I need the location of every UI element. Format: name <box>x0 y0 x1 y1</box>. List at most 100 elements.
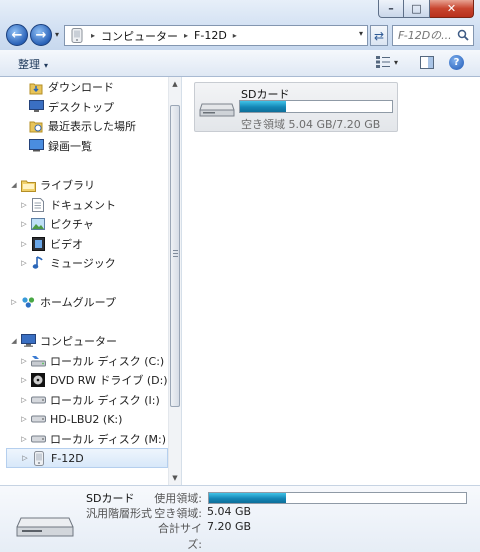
tree-item-recent-places[interactable]: 最近表示した場所 <box>24 116 136 136</box>
scroll-down-arrow[interactable]: ▼ <box>169 471 181 485</box>
expand-arrow-icon[interactable]: ▷ <box>20 220 28 228</box>
tree-item-label: ミュージック <box>50 257 116 271</box>
expand-arrow-icon[interactable]: ▷ <box>20 357 28 365</box>
total-size-label: 合計サイズ: <box>158 522 202 551</box>
total-size-value: 7.20 GB <box>207 520 252 533</box>
expanded-arrow-icon[interactable]: ◢ <box>10 337 18 345</box>
documents-icon <box>30 197 46 213</box>
dvd-drive-icon <box>30 372 46 388</box>
command-bar: 整理 ▾ ▾ ? <box>0 50 480 77</box>
breadcrumb-separator[interactable]: ▸ <box>91 31 95 40</box>
maximize-button[interactable]: □ <box>404 0 430 18</box>
tree-item-label: ローカル ディスク (C:) <box>50 354 165 368</box>
organize-label: 整理 <box>18 58 40 71</box>
expand-arrow-icon[interactable]: ▷ <box>10 298 18 306</box>
downloads-icon <box>28 79 44 95</box>
tree-item-label: 録画一覧 <box>48 139 92 153</box>
title-bar: – □ ✕ ← → ▾ ▸ コンピューター ▸ F-12D ▸ ▾ ⇄ <box>0 0 480 50</box>
help-button[interactable]: ? <box>449 55 464 70</box>
address-bar[interactable]: ▸ コンピューター ▸ F-12D ▸ ▾ <box>64 25 368 46</box>
tree-item-label: ダウンロード <box>48 81 114 94</box>
tree-item-label: HD-LBU2 (K:) <box>50 412 123 426</box>
free-space-value: 5.04 GB <box>207 505 252 518</box>
address-history-dropdown[interactable]: ▾ <box>359 29 363 38</box>
drive-icon <box>30 411 46 427</box>
tree-item-hd-lbu2-k[interactable]: ▷ HD-LBU2 (K:) <box>20 409 122 429</box>
recorded-tv-icon <box>28 138 44 154</box>
search-box[interactable] <box>392 25 474 46</box>
drive-tile-sd-card[interactable]: SDカード 空き領域 5.04 GB/7.20 GB <box>194 82 398 132</box>
tree-item-documents[interactable]: ▷ ドキュメント <box>20 195 116 215</box>
details-name: SDカード <box>86 492 135 505</box>
tree-item-pictures[interactable]: ▷ ピクチャ <box>20 214 94 234</box>
tree-item-label: コンピューター <box>40 335 117 348</box>
tree-item-downloads[interactable]: ダウンロード <box>24 77 114 97</box>
breadcrumb-separator[interactable]: ▸ <box>233 31 237 40</box>
grip-icon <box>173 250 178 258</box>
forward-button[interactable]: → <box>30 24 52 46</box>
drive-icon <box>30 431 46 447</box>
organize-menu[interactable]: 整理 ▾ <box>18 56 48 72</box>
tree-item-videos[interactable]: ▷ ビデオ <box>20 234 83 254</box>
scroll-up-arrow[interactable]: ▲ <box>169 77 181 91</box>
expand-arrow-icon[interactable]: ▷ <box>20 259 28 267</box>
tree-item-dvd-drive-d[interactable]: ▷ DVD RW ドライブ (D:) EX <box>20 370 181 390</box>
expand-arrow-icon[interactable]: ▷ <box>20 240 28 248</box>
expand-arrow-icon[interactable]: ▷ <box>20 435 28 443</box>
capacity-fill <box>209 493 287 503</box>
tree-item-computer[interactable]: ◢ コンピューター <box>10 331 117 351</box>
removable-drive-icon <box>199 97 235 122</box>
preview-pane-button[interactable] <box>420 56 434 72</box>
music-icon <box>30 255 46 271</box>
tree-item-label: ビデオ <box>50 237 83 251</box>
desktop-icon <box>28 99 44 115</box>
tree-item-label: ライブラリ <box>40 179 95 192</box>
removable-drive-icon <box>16 512 74 543</box>
expand-arrow-icon[interactable]: ▷ <box>20 201 28 209</box>
tree-item-local-disk-m[interactable]: ▷ ローカル ディスク (M:) <box>20 429 166 449</box>
breadcrumb-separator[interactable]: ▸ <box>184 31 188 40</box>
tree-item-desktop[interactable]: デスクトップ <box>24 97 114 117</box>
tree-item-label: ピクチャ <box>50 218 94 232</box>
details-type: 汎用階層形式 <box>86 507 152 520</box>
breadcrumb-f12d[interactable]: F-12D <box>194 29 227 42</box>
back-button[interactable]: ← <box>6 24 28 46</box>
tree-item-label: 最近表示した場所 <box>48 120 136 134</box>
expand-arrow-icon[interactable]: ▷ <box>20 415 28 423</box>
tree-item-local-disk-i[interactable]: ▷ ローカル ディスク (I:) <box>20 390 160 410</box>
minimize-button[interactable]: – <box>378 0 404 18</box>
search-input[interactable] <box>398 29 454 42</box>
refresh-button[interactable]: ⇄ <box>370 25 388 46</box>
scroll-thumb[interactable] <box>170 105 180 407</box>
expand-arrow-icon[interactable]: ▷ <box>20 396 28 404</box>
recent-pages-dropdown[interactable]: ▾ <box>55 30 59 39</box>
drive-free-space: 空き領域 5.04 GB/7.20 GB <box>241 118 381 131</box>
search-icon[interactable] <box>457 29 469 41</box>
computer-icon <box>20 333 36 349</box>
close-button[interactable]: ✕ <box>430 0 474 18</box>
capacity-fill <box>240 101 286 112</box>
tree-item-label: ローカル ディスク (M:) <box>50 433 167 446</box>
expanded-arrow-icon[interactable]: ◢ <box>10 181 18 189</box>
tree-item-label: ローカル ディスク (I:) <box>50 393 160 407</box>
tree-item-f12d[interactable]: ▷ F-12D <box>6 448 168 468</box>
pictures-icon <box>30 216 46 232</box>
expand-arrow-icon[interactable]: ▷ <box>20 376 28 384</box>
tree-item-label: ホームグループ <box>40 296 117 309</box>
homegroup-icon <box>20 294 36 310</box>
tree-item-local-disk-c[interactable]: ▷ ローカル ディスク (C:) <box>20 351 164 371</box>
chevron-down-icon: ▾ <box>394 57 399 67</box>
tree-scrollbar[interactable]: ▲ ▼ <box>168 77 181 485</box>
tree-item-recorded-tv[interactable]: 録画一覧 <box>24 136 92 156</box>
tree-item-music[interactable]: ▷ ミュージック <box>20 253 116 273</box>
window-controls: – □ ✕ <box>378 0 474 18</box>
tree-item-homegroup[interactable]: ▷ ホームグループ <box>10 292 116 312</box>
local-disk-icon <box>30 353 46 369</box>
change-view-button[interactable]: ▾ <box>376 56 398 68</box>
drive-icon <box>30 392 46 408</box>
file-list-pane: SDカード 空き領域 5.04 GB/7.20 GB <box>182 77 480 485</box>
recent-places-icon <box>28 118 44 134</box>
expand-arrow-icon[interactable]: ▷ <box>21 454 29 462</box>
breadcrumb-computer[interactable]: コンピューター <box>101 28 178 44</box>
tree-item-libraries[interactable]: ◢ ライブラリ <box>10 175 95 195</box>
